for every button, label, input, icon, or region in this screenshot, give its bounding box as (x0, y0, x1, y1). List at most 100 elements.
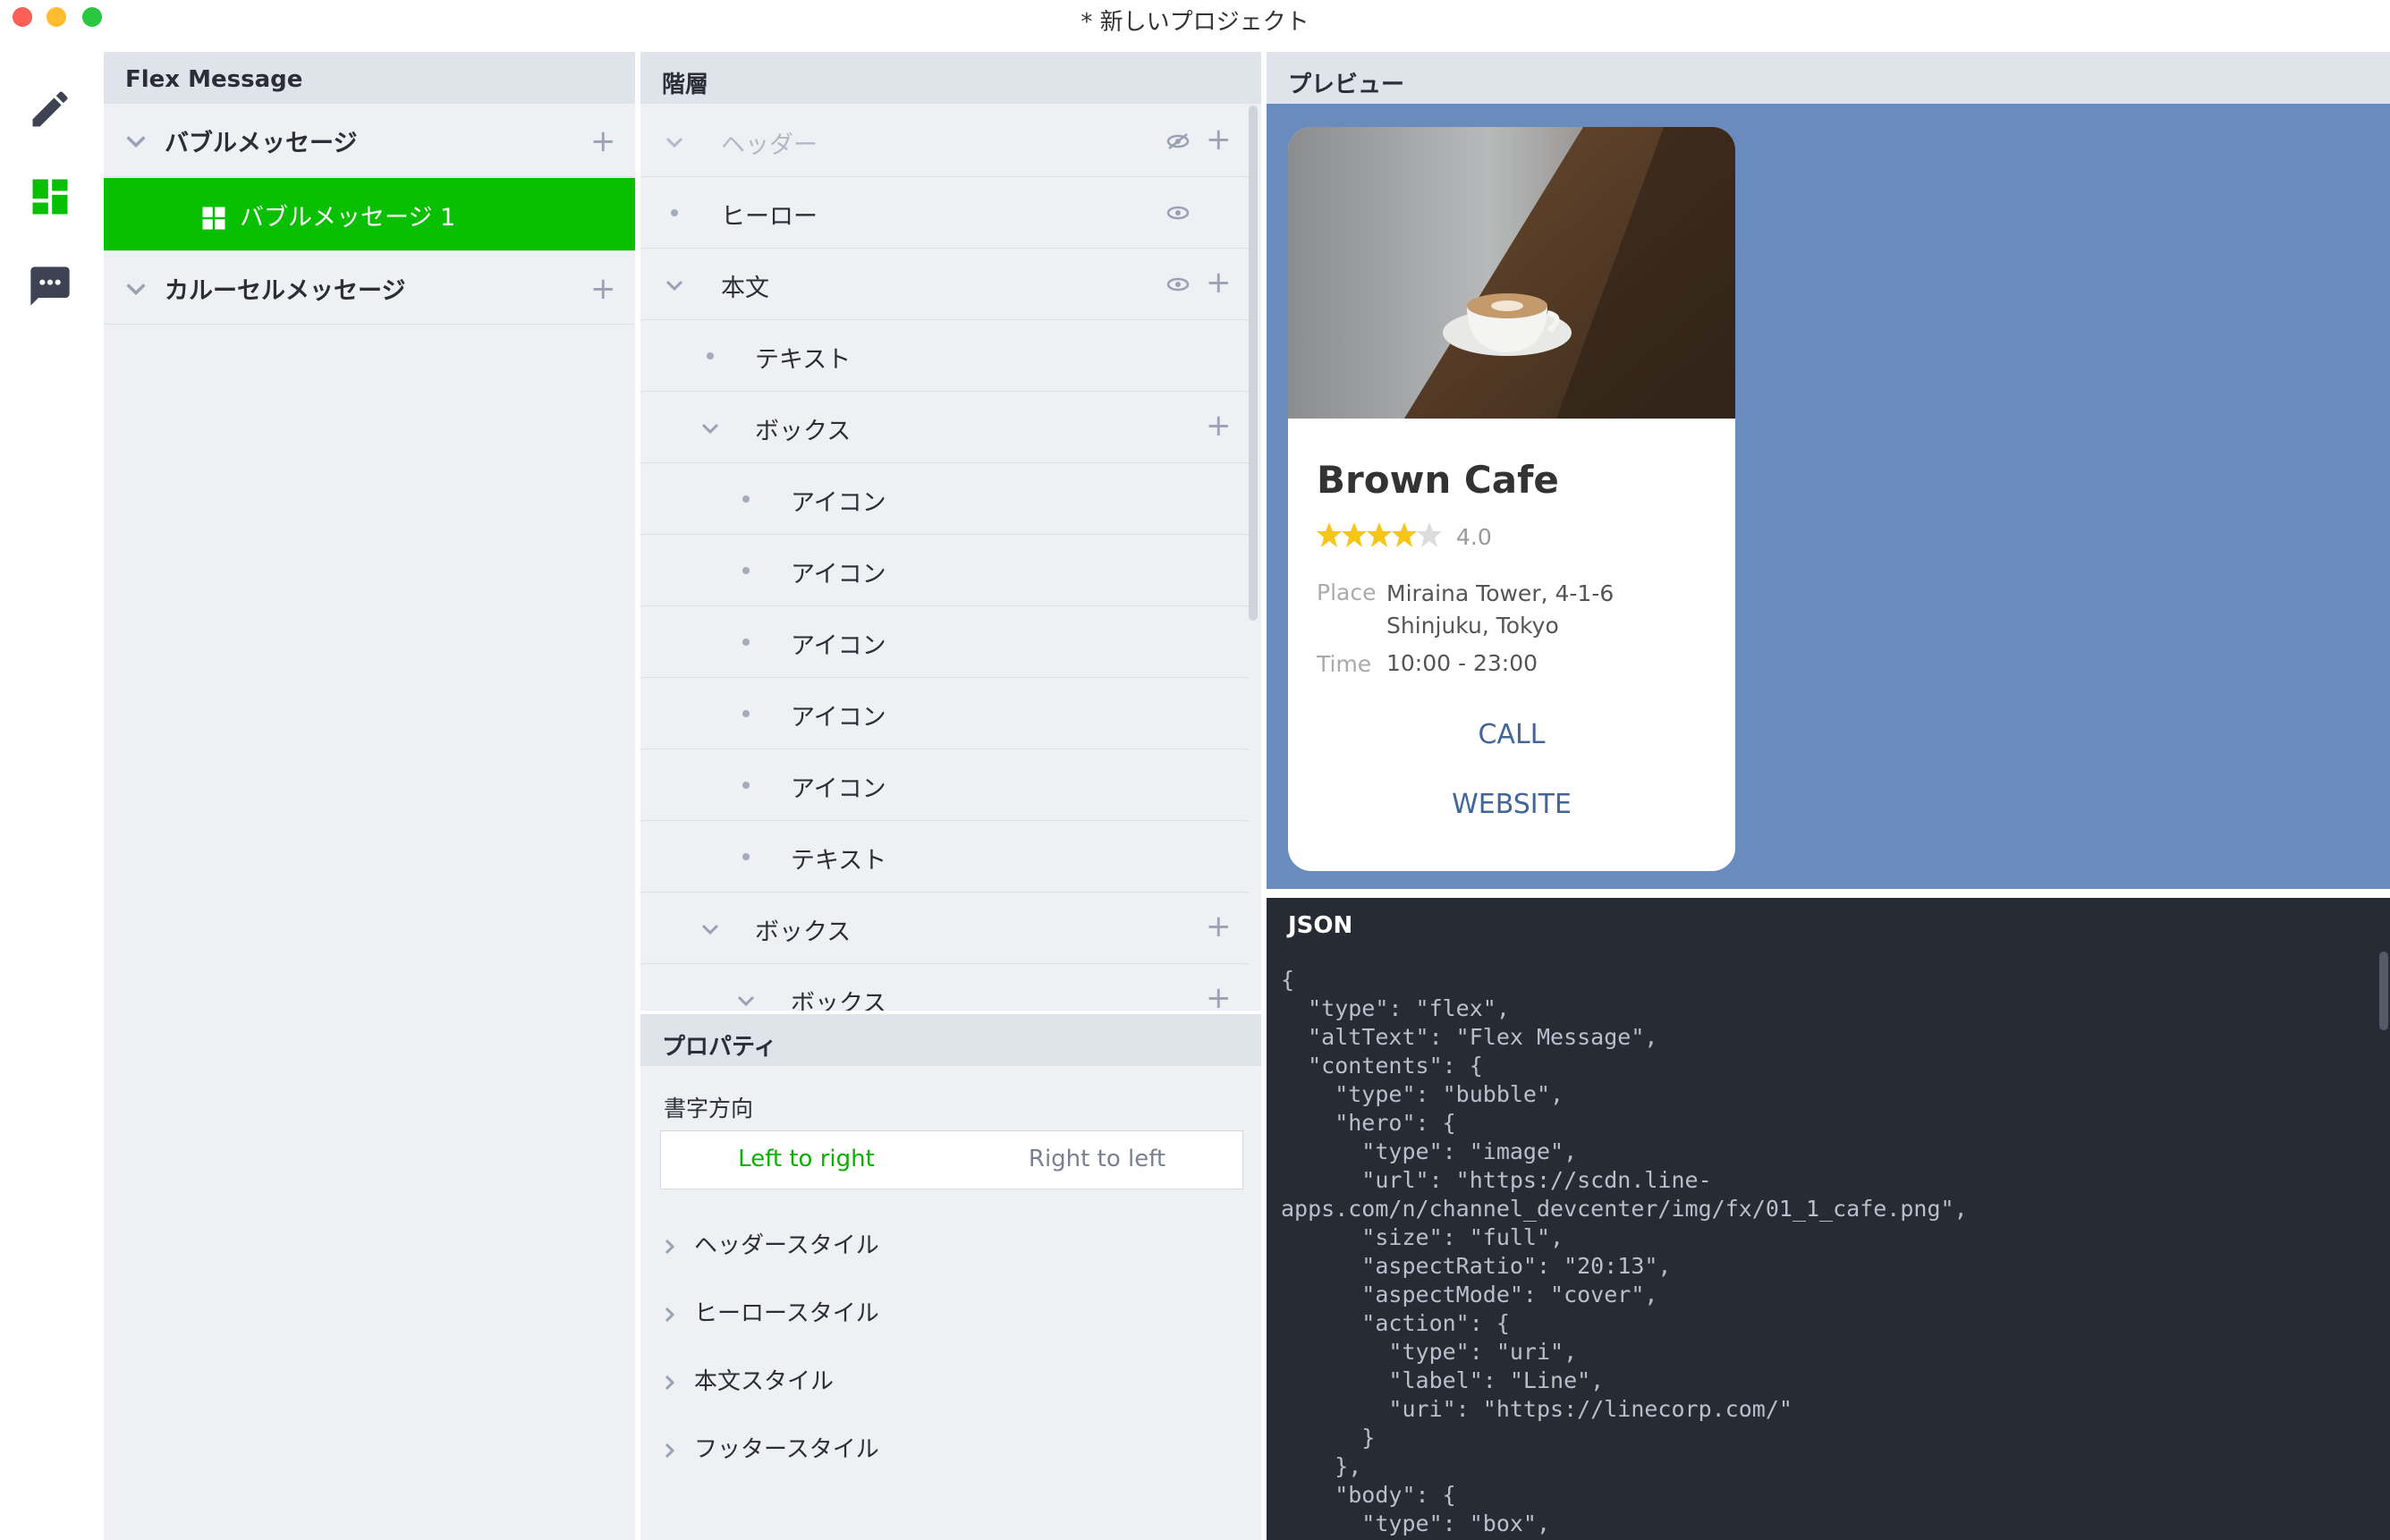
json-code-line: "aspectRatio": "20:13", (1281, 1253, 1672, 1279)
section-label: フッタースタイル (694, 1436, 879, 1463)
add-button[interactable]: + (1206, 980, 1232, 1011)
hierarchy-item-label: ボックス (755, 918, 852, 946)
chevron-down-icon[interactable] (664, 134, 685, 150)
tree-item-label: バブルメッセージ 1 (240, 204, 456, 232)
flex-message-panel-title: Flex Message (104, 52, 635, 104)
chevron-down-icon[interactable] (664, 277, 685, 293)
preview-panel: プレビュー Brown Cafe 4.0 Place Miraina Tower… (1267, 52, 2390, 889)
section-label: ヒーロースタイル (694, 1300, 879, 1327)
dashboard-icon[interactable] (27, 173, 73, 220)
json-code-line: "body": { (1281, 1482, 1456, 1508)
place-value: Miraina Tower, 4-1-6 Shinjuku, Tokyo (1386, 580, 1615, 639)
tree-item-bubble-message-1[interactable]: バブルメッセージ 1 (104, 178, 635, 251)
chevron-right-icon (665, 1239, 675, 1254)
chevron-down-icon[interactable] (699, 420, 721, 436)
hierarchy-item-label: アイコン (791, 704, 886, 732)
json-code-line: "uri": "https://linecorp.com/" (1281, 1396, 1792, 1422)
json-code-line: "contents": { (1281, 1053, 1483, 1079)
add-carousel-button[interactable]: + (590, 271, 616, 307)
eye-icon[interactable] (1166, 275, 1190, 293)
json-code-line: "hero": { (1281, 1110, 1456, 1136)
json-code-line: "type": "flex", (1281, 995, 1510, 1021)
hierarchy-panel-title: 階層 (640, 52, 1261, 104)
hierarchy-item-text[interactable]: テキスト (640, 320, 1249, 392)
add-button[interactable]: + (1206, 265, 1232, 300)
chevron-down-icon[interactable] (699, 921, 721, 937)
bullet-icon (742, 710, 750, 717)
hierarchy-item-label: アイコン (791, 489, 886, 517)
bullet-icon (742, 639, 750, 646)
chevron-down-icon[interactable] (123, 280, 148, 298)
hierarchy-item-label: 本文 (721, 275, 769, 302)
json-code-line: } (1281, 1425, 1376, 1451)
hierarchy-item-label: ヘッダー (721, 131, 818, 159)
hierarchy-item-icon[interactable]: アイコン (640, 535, 1249, 606)
hierarchy-item-box[interactable]: ボックス + (640, 893, 1249, 964)
call-button[interactable]: CALL (1288, 719, 1735, 750)
rating-value: 4.0 (1456, 524, 1492, 550)
dashboard-icon (202, 207, 225, 230)
hierarchy-item-text[interactable]: テキスト (640, 821, 1249, 893)
add-button[interactable]: + (1206, 909, 1232, 944)
hierarchy-item-icon[interactable]: アイコン (640, 463, 1249, 535)
json-scrollbar[interactable] (2379, 952, 2388, 1030)
json-code-line: "type": "image", (1281, 1138, 1578, 1164)
hierarchy-item-hero[interactable]: ヒーロー (640, 177, 1249, 249)
hierarchy-item-header[interactable]: ヘッダー + (640, 106, 1249, 177)
hierarchy-item-box[interactable]: ボックス + (640, 392, 1249, 463)
hierarchy-item-label: ボックス (755, 418, 852, 445)
tree-item-carousel-message[interactable]: カルーセルメッセージ + (104, 251, 635, 325)
chevron-down-icon[interactable] (123, 132, 148, 150)
json-code-line: { (1281, 967, 1295, 993)
bullet-icon (742, 567, 750, 574)
bullet-icon (742, 782, 750, 789)
hierarchy-item-icon[interactable]: アイコン (640, 606, 1249, 678)
json-code-line: }, (1281, 1453, 1362, 1479)
tree-item-bubble-message[interactable]: バブルメッセージ + (104, 104, 635, 177)
section-header-style[interactable]: ヘッダースタイル (664, 1227, 879, 1260)
hierarchy-item-label: アイコン (791, 632, 886, 660)
json-code-line: "type": "box", (1281, 1510, 1551, 1536)
cafe-name: Brown Cafe (1317, 458, 1559, 502)
right-to-left-option[interactable]: Right to left (952, 1131, 1242, 1189)
hierarchy-item-box[interactable]: ボックス + (640, 964, 1249, 1011)
direction-segmented-control: Left to right Right to left (660, 1130, 1243, 1189)
eye-icon[interactable] (1166, 204, 1190, 222)
json-code-view[interactable]: { "type": "flex", "altText": "Flex Messa… (1281, 966, 1968, 1538)
section-body-style[interactable]: 本文スタイル (664, 1363, 834, 1396)
hierarchy-item-icon[interactable]: アイコン (640, 678, 1249, 749)
website-button[interactable]: WEBSITE (1288, 789, 1735, 820)
time-label: Time (1317, 651, 1372, 677)
chevron-right-icon (665, 1307, 675, 1322)
hierarchy-item-label: ボックス (791, 990, 887, 1011)
pencil-icon[interactable] (27, 86, 73, 132)
chevron-down-icon[interactable] (735, 993, 757, 1009)
place-label: Place (1317, 580, 1377, 605)
hierarchy-item-label: アイコン (791, 561, 886, 588)
hierarchy-panel: 階層 ヘッダー + ヒーロー 本文 + テキスト ボックス + アイコン アイコ… (640, 52, 1261, 1011)
json-code-line: "type": "uri", (1281, 1339, 1578, 1365)
json-code-line: "altText": "Flex Message", (1281, 1024, 1658, 1050)
json-code-line: "action": { (1281, 1310, 1510, 1336)
chat-icon[interactable] (27, 263, 73, 309)
hierarchy-item-label: ヒーロー (721, 203, 818, 231)
add-button[interactable]: + (1206, 122, 1232, 157)
time-value: 10:00 - 23:00 (1386, 650, 1538, 676)
section-footer-style[interactable]: フッタースタイル (664, 1431, 879, 1464)
eye-off-icon[interactable] (1166, 132, 1190, 150)
properties-panel-title: プロパティ (640, 1014, 1261, 1066)
section-hero-style[interactable]: ヒーロースタイル (664, 1295, 879, 1328)
cafe-hero-image[interactable] (1288, 127, 1735, 419)
left-to-right-option[interactable]: Left to right (661, 1131, 952, 1189)
hierarchy-item-icon[interactable]: アイコン (640, 749, 1249, 821)
chevron-right-icon (665, 1443, 675, 1458)
bullet-icon (742, 495, 750, 503)
json-panel-title: JSON (1267, 898, 2390, 950)
json-code-line: apps.com/n/channel_devcenter/img/fx/01_1… (1281, 1196, 1968, 1222)
json-code-line: "aspectMode": "cover", (1281, 1282, 1658, 1307)
flex-message-panel: Flex Message バブルメッセージ + バブルメッセージ 1 カルーセル… (104, 52, 635, 1540)
add-button[interactable]: + (1206, 408, 1232, 444)
hierarchy-item-body[interactable]: 本文 + (640, 249, 1249, 320)
hierarchy-scrollbar[interactable] (1249, 106, 1258, 621)
add-bubble-button[interactable]: + (590, 123, 616, 159)
